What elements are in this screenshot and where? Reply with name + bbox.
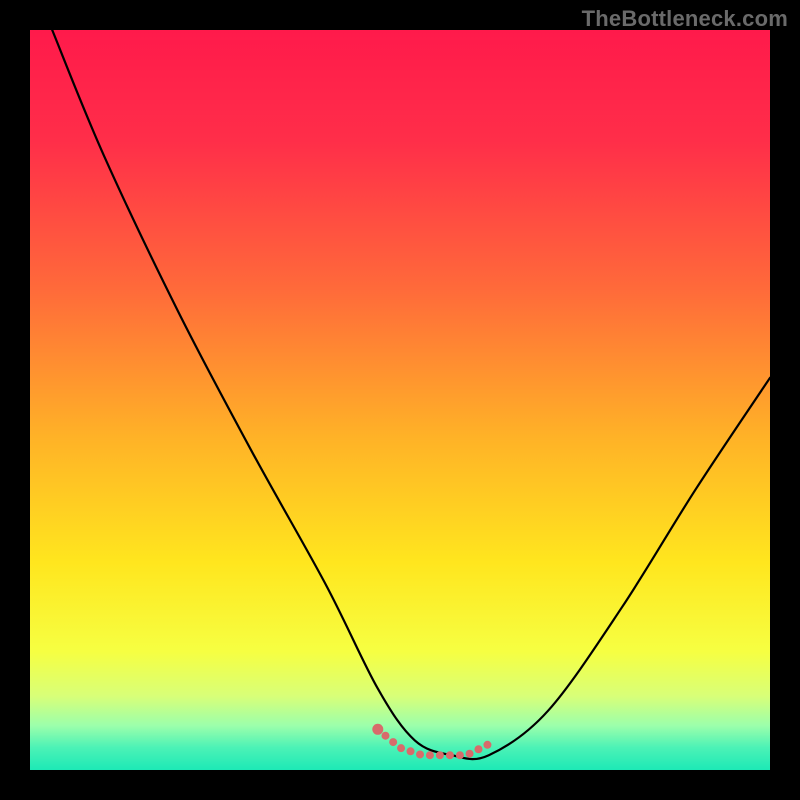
outer-black-frame: TheBottleneck.com [0, 0, 800, 800]
curve-layer [30, 30, 770, 770]
optimal-region-dot [381, 732, 389, 740]
optimal-region-dot [483, 741, 491, 749]
optimal-region-dots [372, 724, 491, 759]
optimal-region-dot [474, 745, 482, 753]
optimal-region-dot [446, 751, 454, 759]
optimal-region-dot [416, 750, 424, 758]
optimal-region-dot [374, 725, 382, 733]
optimal-region-dot [407, 747, 415, 755]
watermark-text: TheBottleneck.com [582, 6, 788, 32]
optimal-region-dot [389, 738, 397, 746]
optimal-region-dot [456, 751, 464, 759]
optimal-region-dot [426, 751, 434, 759]
bottleneck-curve [52, 30, 770, 759]
optimal-region-dot [436, 751, 444, 759]
optimal-region-dot [397, 744, 405, 752]
plot-area [30, 30, 770, 770]
optimal-region-dot [466, 750, 474, 758]
